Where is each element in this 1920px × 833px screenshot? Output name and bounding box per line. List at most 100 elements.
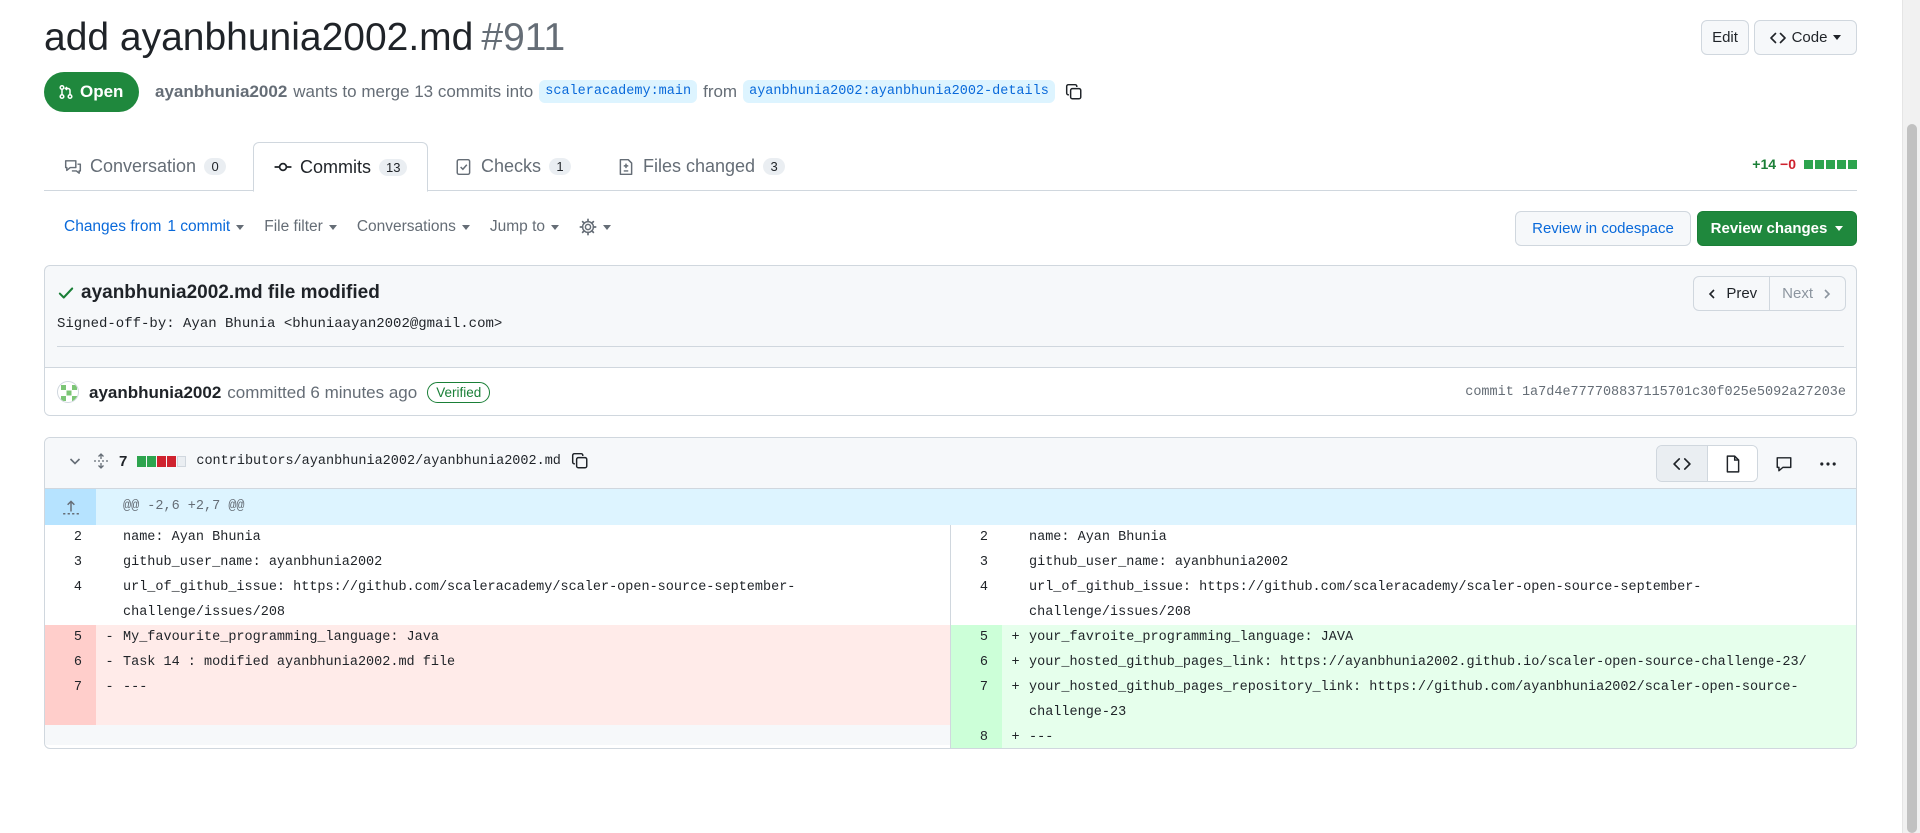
line-number[interactable]	[951, 600, 1002, 625]
file-header-actions	[1656, 445, 1846, 482]
diff-line	[45, 700, 950, 725]
diff-marker	[96, 575, 123, 600]
head-branch[interactable]: ayanbhunia2002:ayanbhunia2002-details	[743, 80, 1055, 103]
commit-meta-row: ayanbhunia2002 committed 6 minutes ago V…	[45, 367, 1856, 415]
code-text: your_hosted_github_pages_repository_link…	[1029, 680, 1799, 695]
review-in-codespace-button[interactable]: Review in codespace	[1515, 211, 1691, 246]
diff-line: 4 url_of_github_issue: https://github.com…	[951, 575, 1856, 600]
pr-title: add ayanbhunia2002.md	[44, 16, 474, 59]
commit-meta: ayanbhunia2002 committed 6 minutes ago V…	[89, 382, 491, 403]
line-number[interactable]: 4	[951, 575, 1002, 600]
diff-right-side: 2 name: Ayan Bhunia 3 github_user_name: aya…	[951, 525, 1856, 748]
diff-marker	[1002, 600, 1029, 625]
diff-marker	[96, 700, 123, 725]
line-number[interactable]	[45, 600, 96, 625]
expand-up-button[interactable]	[45, 489, 96, 525]
code-text: name: Ayan Bhunia	[123, 530, 261, 545]
checks-icon	[456, 158, 471, 175]
line-number[interactable]: 3	[45, 550, 96, 575]
rich-view-button[interactable]	[1707, 446, 1757, 481]
pr-author-link[interactable]: ayanbhunia2002	[155, 82, 287, 102]
changes-from-value: 1 commit	[167, 218, 231, 235]
line-number[interactable]	[951, 700, 1002, 725]
verified-badge[interactable]: Verified	[427, 382, 491, 403]
scrollbar[interactable]	[1902, 0, 1920, 833]
line-number[interactable]: 7	[951, 675, 1002, 700]
gear-icon	[579, 218, 597, 236]
conversation-icon	[64, 159, 82, 174]
prev-commit-button[interactable]: Prev	[1693, 276, 1771, 311]
copy-icon[interactable]	[1065, 83, 1083, 101]
merge-summary: ayanbhunia2002 wants to merge 13 commits…	[155, 80, 1083, 103]
comment-button[interactable]	[1766, 446, 1802, 481]
diff-line: 6 + your_hosted_github_pages_link: https:/…	[951, 650, 1856, 675]
base-branch[interactable]: scaleracademy:main	[539, 80, 698, 103]
line-number[interactable]: 5	[951, 625, 1002, 650]
diff-line: 2 name: Ayan Bhunia	[45, 525, 950, 550]
source-view-button[interactable]	[1657, 446, 1707, 481]
hunk-header: @@ -2,6 +2,7 @@	[45, 489, 1856, 525]
tab-commits[interactable]: Commits 13	[253, 142, 429, 192]
next-commit-button[interactable]: Next	[1770, 276, 1846, 311]
edit-button[interactable]: Edit	[1701, 20, 1749, 55]
diffstat-block	[1826, 159, 1835, 169]
comment-icon	[1776, 456, 1792, 471]
jump-to-dropdown[interactable]: Jump to	[490, 218, 560, 236]
diff-marker	[96, 550, 123, 575]
commit-title-text: ayanbhunia2002.md file modified	[81, 282, 380, 303]
tab-files-changed[interactable]: Files changed 3	[597, 142, 805, 191]
copy-icon[interactable]	[571, 452, 589, 470]
commit-time: committed 6 minutes ago	[227, 382, 418, 402]
diff-marker: -	[105, 655, 114, 670]
line-number[interactable]: 2	[45, 525, 96, 550]
file-filter-dropdown[interactable]: File filter	[264, 218, 337, 236]
tab-conversation[interactable]: Conversation 0	[44, 142, 246, 191]
line-number[interactable]: 4	[45, 575, 96, 600]
caret-down-icon	[551, 224, 560, 230]
merge-text: wants to merge 13 commits into	[293, 81, 534, 101]
line-number[interactable]: 5	[45, 625, 96, 650]
code-text: challenge-23	[1029, 705, 1127, 720]
diff-block	[147, 455, 157, 467]
line-number[interactable]	[45, 700, 96, 725]
code-icon	[1673, 457, 1691, 470]
line-number[interactable]	[45, 725, 96, 745]
tab-label: Files changed	[643, 156, 756, 176]
line-number[interactable]: 6	[951, 650, 1002, 675]
diff-settings-dropdown[interactable]	[579, 218, 612, 236]
line-number[interactable]: 2	[951, 525, 1002, 550]
diff-marker	[1002, 525, 1029, 550]
code-button[interactable]: Code	[1754, 20, 1857, 55]
line-number[interactable]: 6	[45, 650, 96, 675]
file-change-count: 7	[119, 452, 128, 470]
tab-label: Conversation	[90, 156, 197, 176]
line-number[interactable]: 3	[951, 550, 1002, 575]
review-changes-label: Review changes	[1710, 220, 1828, 237]
diff-line: 4 url_of_github_issue: https://github.com…	[45, 575, 950, 600]
tab-checks[interactable]: Checks 1	[435, 142, 591, 191]
kebab-horizontal-icon	[1820, 461, 1836, 466]
commit-author-link[interactable]: ayanbhunia2002	[89, 383, 221, 403]
expand-all-icon[interactable]	[93, 453, 109, 469]
line-number[interactable]: 8	[951, 725, 1002, 748]
diff-block	[137, 455, 147, 467]
file-filter-label: File filter	[264, 218, 323, 235]
conversations-dropdown[interactable]: Conversations	[357, 218, 470, 236]
pr-diffstat: +14 −0	[1752, 156, 1857, 172]
diffstat-block	[1837, 159, 1846, 169]
page-title: add ayanbhunia2002.md #911	[44, 16, 565, 60]
from-text: from	[703, 81, 738, 101]
diff-left-side: 2 name: Ayan Bhunia 3 github_user_name: aya…	[45, 525, 951, 748]
diffstat-block	[1804, 159, 1813, 169]
scrollbar-thumb[interactable]	[1907, 124, 1917, 833]
hunk-range: @@ -2,6 +2,7 @@	[123, 499, 245, 514]
file-path[interactable]: contributors/ayanbhunia2002/ayanbhunia20…	[196, 454, 561, 469]
more-options-button[interactable]	[1810, 446, 1846, 481]
review-changes-button[interactable]: Review changes	[1697, 211, 1857, 246]
line-number[interactable]: 7	[45, 675, 96, 700]
code-text: github_user_name: ayanbhunia2002	[123, 555, 383, 570]
file-header-left: 7 contributors/ayanbhunia2002/ayanbhunia…	[67, 452, 589, 470]
changes-from-dropdown[interactable]: Changes from 1 commit	[64, 218, 245, 236]
avatar[interactable]	[57, 381, 79, 403]
chevron-down-icon[interactable]	[67, 453, 83, 469]
